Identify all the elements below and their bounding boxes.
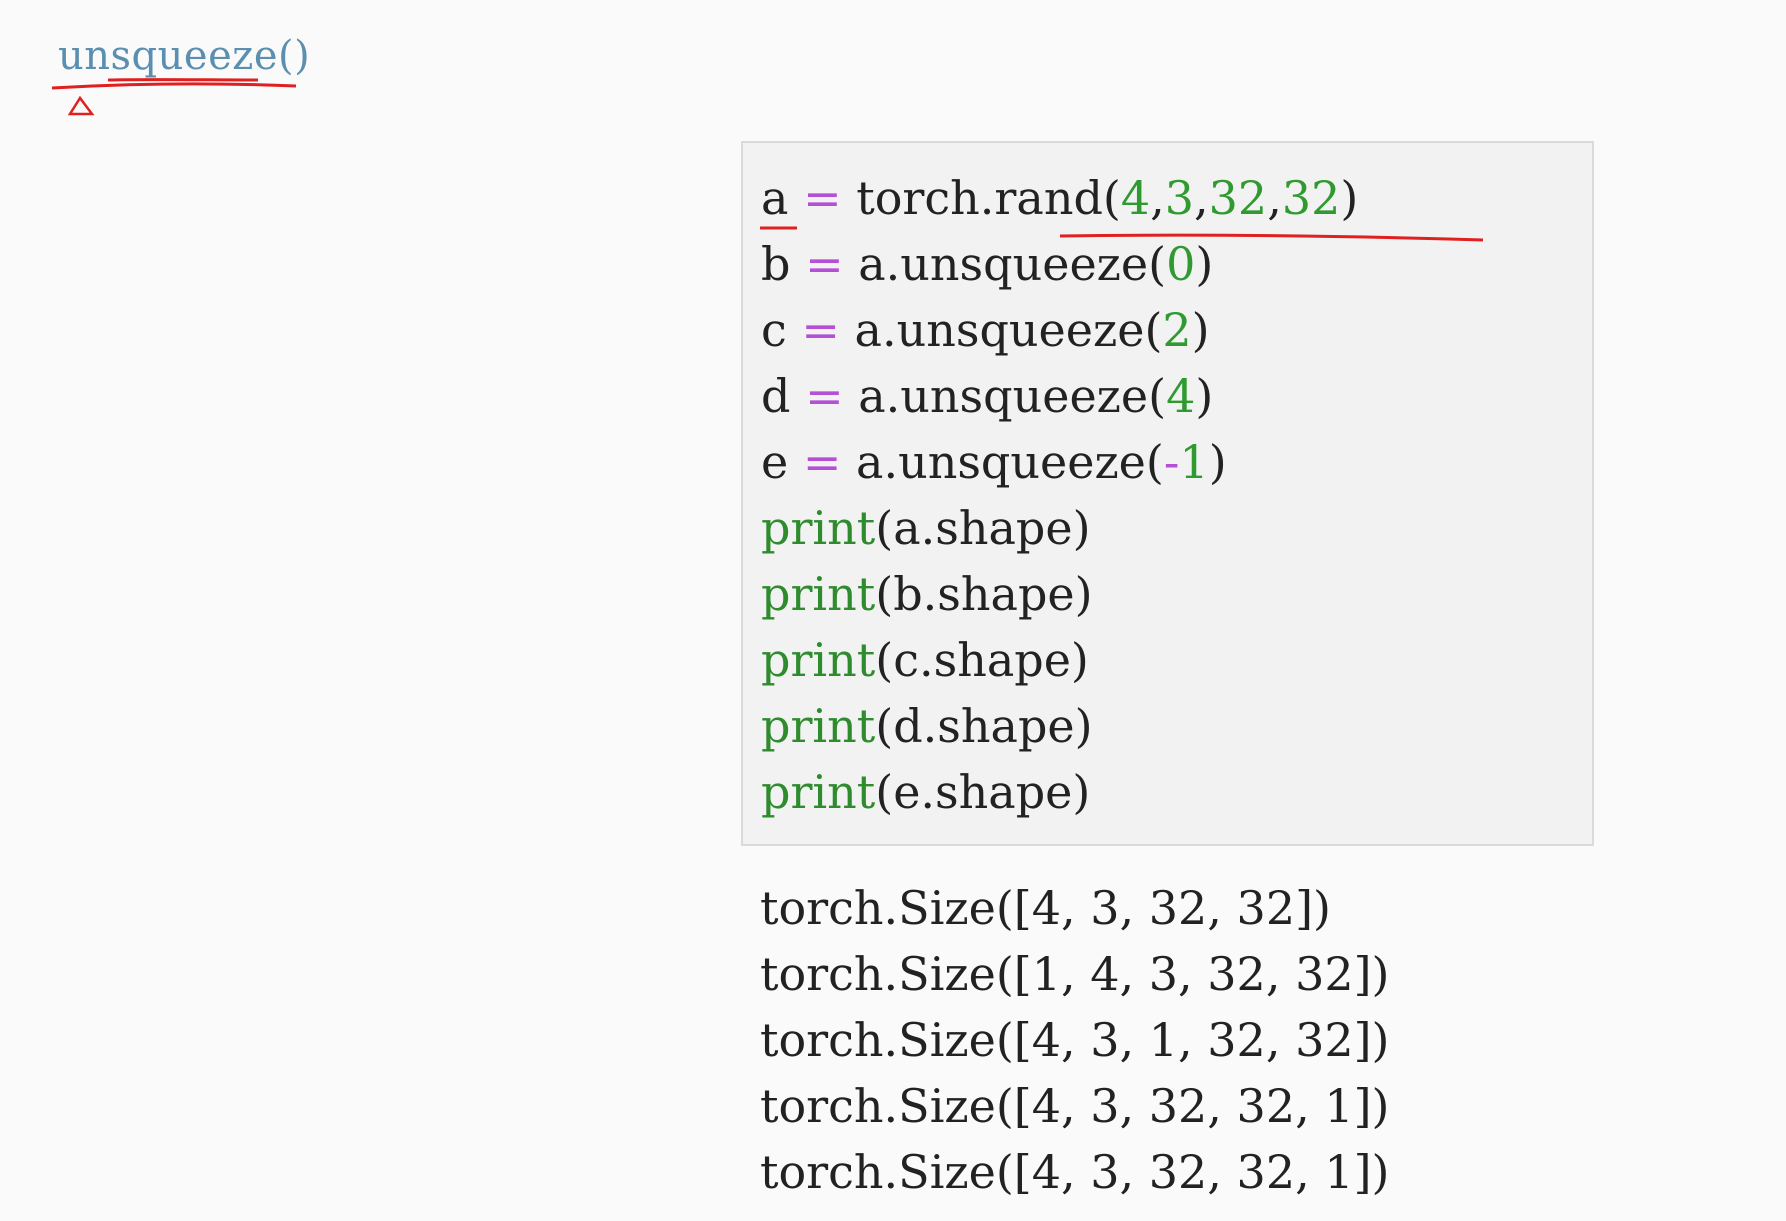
code-token-text: c bbox=[761, 303, 802, 357]
code-token-text: a.unsqueeze( bbox=[839, 303, 1163, 357]
code-token-text: ) bbox=[1340, 171, 1359, 225]
code-token-num: 4 bbox=[1166, 369, 1196, 423]
code-token-text: a bbox=[761, 171, 789, 225]
code-token-text: d bbox=[761, 369, 806, 423]
code-cell[interactable]: a = torch.rand(4,3,32,32) b = a.unsqueeze… bbox=[741, 141, 1594, 846]
heading-parens: () bbox=[278, 33, 311, 79]
output-line: torch.Size([1, 4, 3, 32, 32]) bbox=[760, 947, 1390, 1001]
heading-title: unsqueeze bbox=[58, 33, 279, 79]
code-token-text: (e.shape) bbox=[875, 765, 1091, 819]
code-line: e = a.unsqueeze(-1) bbox=[761, 429, 1358, 495]
code-token-text: , bbox=[1150, 171, 1165, 225]
code-token-op: = bbox=[802, 435, 842, 489]
output-line: torch.Size([4, 3, 32, 32, 1]) bbox=[760, 1145, 1390, 1199]
code-token-text: (b.shape) bbox=[875, 567, 1093, 621]
code-line: print(d.shape) bbox=[761, 693, 1358, 759]
output-area: torch.Size([4, 3, 32, 32]) torch.Size([1,… bbox=[760, 875, 1390, 1205]
code-token-text: a.unsqueeze( bbox=[843, 237, 1167, 291]
code-token-num: 0 bbox=[1166, 237, 1196, 291]
code-token-kw: print bbox=[761, 501, 876, 555]
code-line: print(e.shape) bbox=[761, 759, 1358, 825]
annotation-mark-heading bbox=[67, 95, 95, 116]
code-line: c = a.unsqueeze(2) bbox=[761, 297, 1358, 363]
code-token-op: = bbox=[805, 369, 844, 423]
code-token-text: torch.rand( bbox=[841, 171, 1121, 225]
code-token-num: 32 bbox=[1208, 171, 1268, 225]
code-token-text: , bbox=[1194, 171, 1209, 225]
code-token-op: = bbox=[801, 303, 840, 357]
code-token-num: 2 bbox=[1162, 303, 1192, 357]
code-token-op: = bbox=[805, 237, 844, 291]
code-line: d = a.unsqueeze(4) bbox=[761, 363, 1358, 429]
code-line: print(c.shape) bbox=[761, 627, 1358, 693]
code-line: b = a.unsqueeze(0) bbox=[761, 231, 1358, 297]
code-token-num: 3 bbox=[1164, 171, 1195, 225]
code-token-kw: print bbox=[761, 567, 876, 621]
code-token-op: = bbox=[803, 171, 842, 225]
code-token-kw: print bbox=[761, 765, 876, 819]
code-token-text: ) bbox=[1208, 435, 1227, 489]
code-token-kw: print bbox=[761, 699, 876, 753]
code-token-text: ) bbox=[1191, 303, 1210, 357]
heading: unsqueeze() bbox=[58, 26, 310, 86]
code-lines: a = torch.rand(4,3,32,32) b = a.unsqueeze… bbox=[761, 165, 1358, 825]
code-token-text: ) bbox=[1195, 369, 1214, 423]
code-token-text: b bbox=[761, 237, 806, 291]
code-token-text: e bbox=[761, 435, 803, 489]
code-token-text: ) bbox=[1195, 237, 1214, 291]
code-token-num: 1 bbox=[1179, 435, 1209, 489]
code-line: print(a.shape) bbox=[761, 495, 1358, 561]
code-token-kw: print bbox=[761, 633, 876, 687]
code-token-text: a.unsqueeze( bbox=[841, 435, 1164, 489]
code-token-text: (c.shape) bbox=[875, 633, 1089, 687]
code-line: a = torch.rand(4,3,32,32) bbox=[761, 165, 1358, 231]
code-token-num: 4 bbox=[1120, 171, 1151, 225]
code-token-op: - bbox=[1163, 435, 1180, 489]
output-line: torch.Size([4, 3, 1, 32, 32]) bbox=[760, 1013, 1390, 1067]
code-token-text: a.unsqueeze( bbox=[843, 369, 1167, 423]
output-line: torch.Size([4, 3, 32, 32]) bbox=[760, 881, 1331, 935]
code-token-text: (a.shape) bbox=[875, 501, 1091, 555]
code-token-num: 32 bbox=[1281, 171, 1341, 225]
output-line: torch.Size([4, 3, 32, 32, 1]) bbox=[760, 1079, 1390, 1133]
code-token-text: (d.shape) bbox=[875, 699, 1093, 753]
code-line: print(b.shape) bbox=[761, 561, 1358, 627]
code-token-text: , bbox=[1267, 171, 1282, 225]
